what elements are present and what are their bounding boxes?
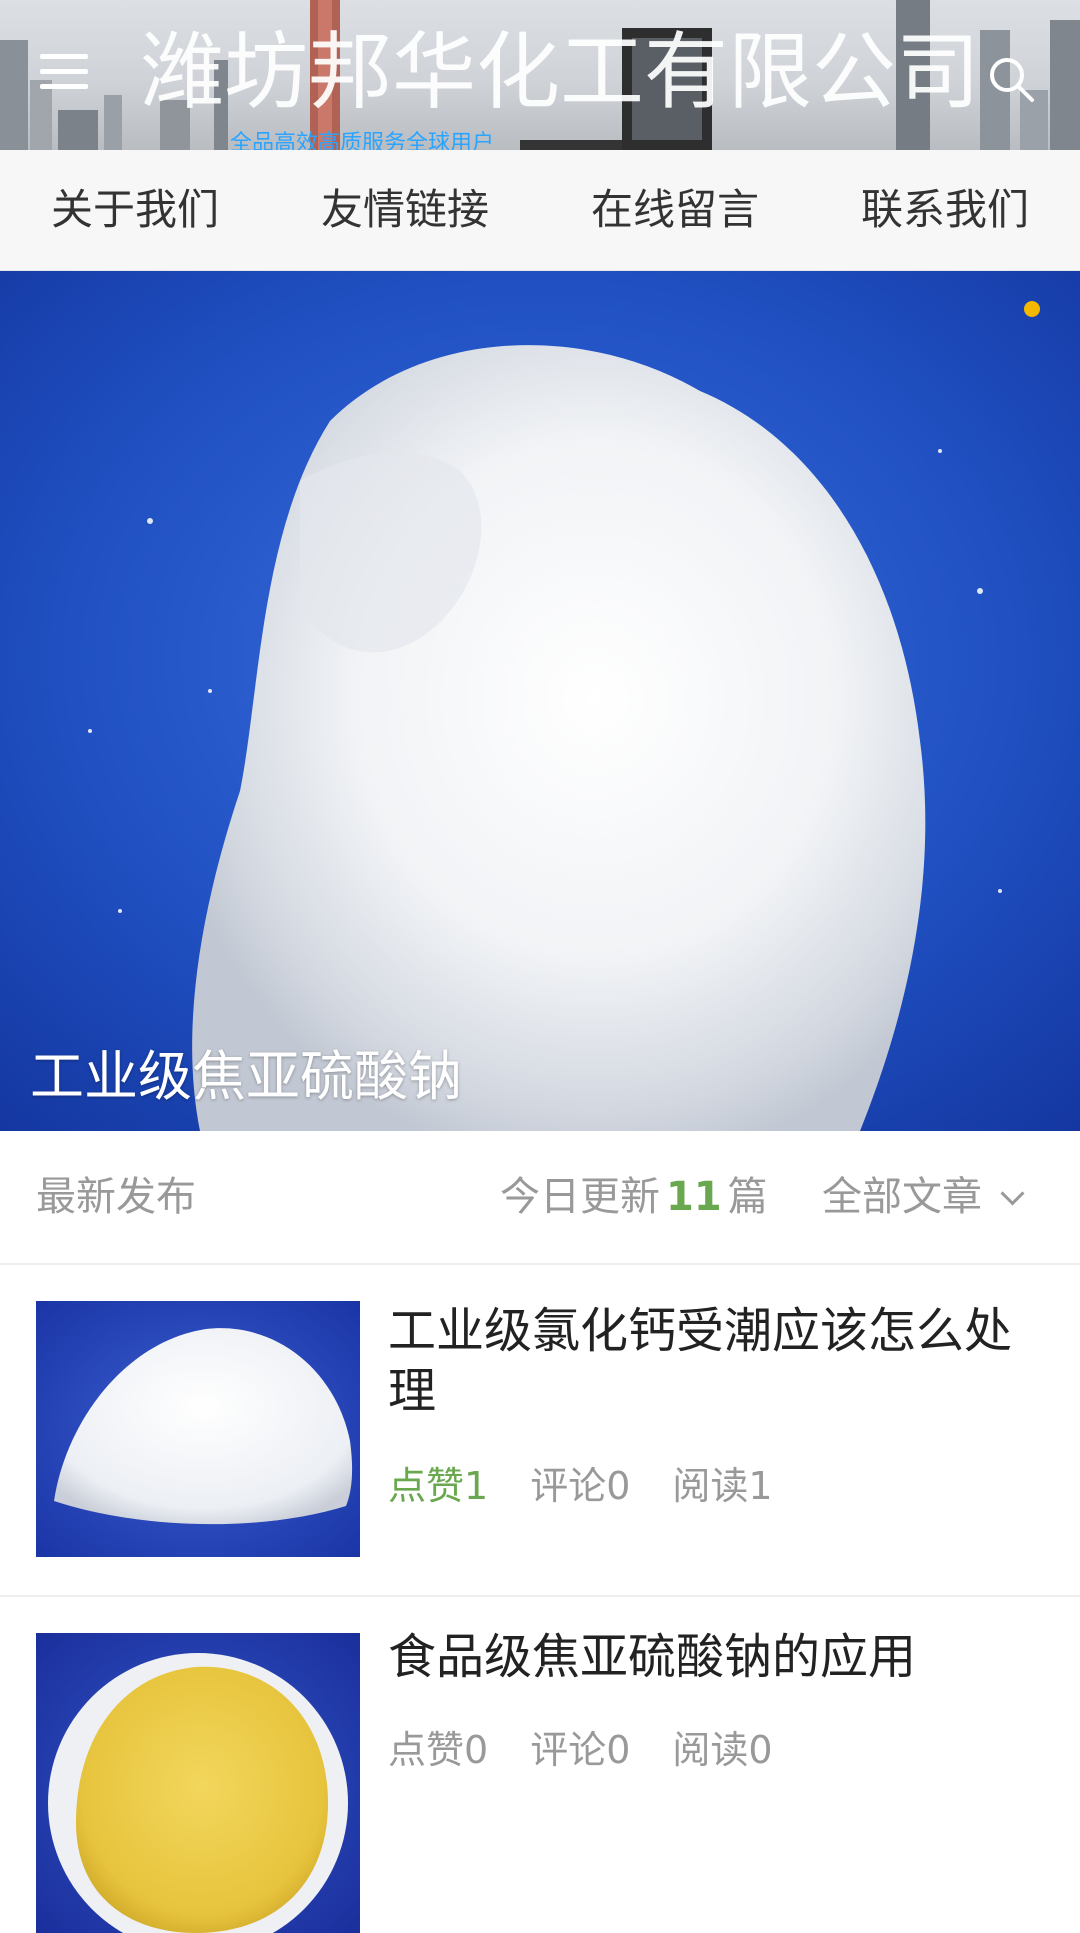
site-header: 全品高效高质服务全球用户 潍坊邦华化工有限公司	[0, 0, 1080, 150]
article-meta: 点赞0 评论0 阅读0	[388, 1719, 773, 1774]
today-update-count: 11	[666, 1174, 722, 1220]
nav-item-message[interactable]: 在线留言	[540, 150, 810, 270]
slide-indicator-dot[interactable]	[1024, 301, 1040, 317]
today-update: 今日更新 11 篇	[500, 1131, 768, 1263]
all-articles-dropdown[interactable]: 全部文章	[822, 1131, 1025, 1263]
article-reads: 阅读0	[672, 1728, 773, 1772]
article-comments: 评论0	[530, 1464, 631, 1508]
main-nav: 关于我们 友情链接 在线留言 联系我们	[0, 150, 1080, 271]
today-update-suffix: 篇	[727, 1174, 768, 1220]
article-title[interactable]: 食品级焦亚硫酸钠的应用	[388, 1627, 1028, 1687]
article-comments: 评论0	[530, 1728, 631, 1772]
menu-icon[interactable]	[36, 48, 94, 96]
list-item[interactable]: 工业级氯化钙受潮应该怎么处理 点赞1 评论0 阅读1	[0, 1265, 1080, 1597]
latest-section-header: 最新发布 今日更新 11 篇 全部文章	[0, 1131, 1080, 1265]
all-articles-label: 全部文章	[822, 1174, 982, 1220]
article-meta: 点赞1 评论0 阅读1	[388, 1455, 773, 1510]
site-title: 潍坊邦华化工有限公司	[140, 23, 981, 121]
article-thumbnail[interactable]	[36, 1633, 360, 1933]
chevron-down-icon	[1000, 1181, 1025, 1206]
nav-item-contact[interactable]: 联系我们	[810, 150, 1080, 270]
slide-caption: 工业级焦亚硫酸钠	[30, 1045, 462, 1108]
today-update-prefix: 今日更新	[500, 1174, 660, 1220]
article-reads: 阅读1	[672, 1464, 773, 1508]
section-title: 最新发布	[36, 1174, 196, 1220]
list-item[interactable]: 食品级焦亚硫酸钠的应用 点赞0 评论0 阅读0	[0, 1597, 1080, 1933]
article-likes[interactable]: 点赞0	[388, 1719, 488, 1774]
hero-slider[interactable]	[0, 271, 1080, 1131]
nav-item-about[interactable]: 关于我们	[0, 150, 270, 270]
slide-image-powder	[0, 271, 1080, 1131]
article-thumbnail[interactable]	[36, 1301, 360, 1557]
banner-tagline: 全品高效高质服务全球用户	[230, 131, 494, 150]
article-likes[interactable]: 点赞1	[388, 1455, 488, 1510]
search-icon[interactable]	[986, 54, 1038, 106]
nav-item-links[interactable]: 友情链接	[270, 150, 540, 270]
article-title[interactable]: 工业级氯化钙受潮应该怎么处理	[388, 1301, 1028, 1421]
